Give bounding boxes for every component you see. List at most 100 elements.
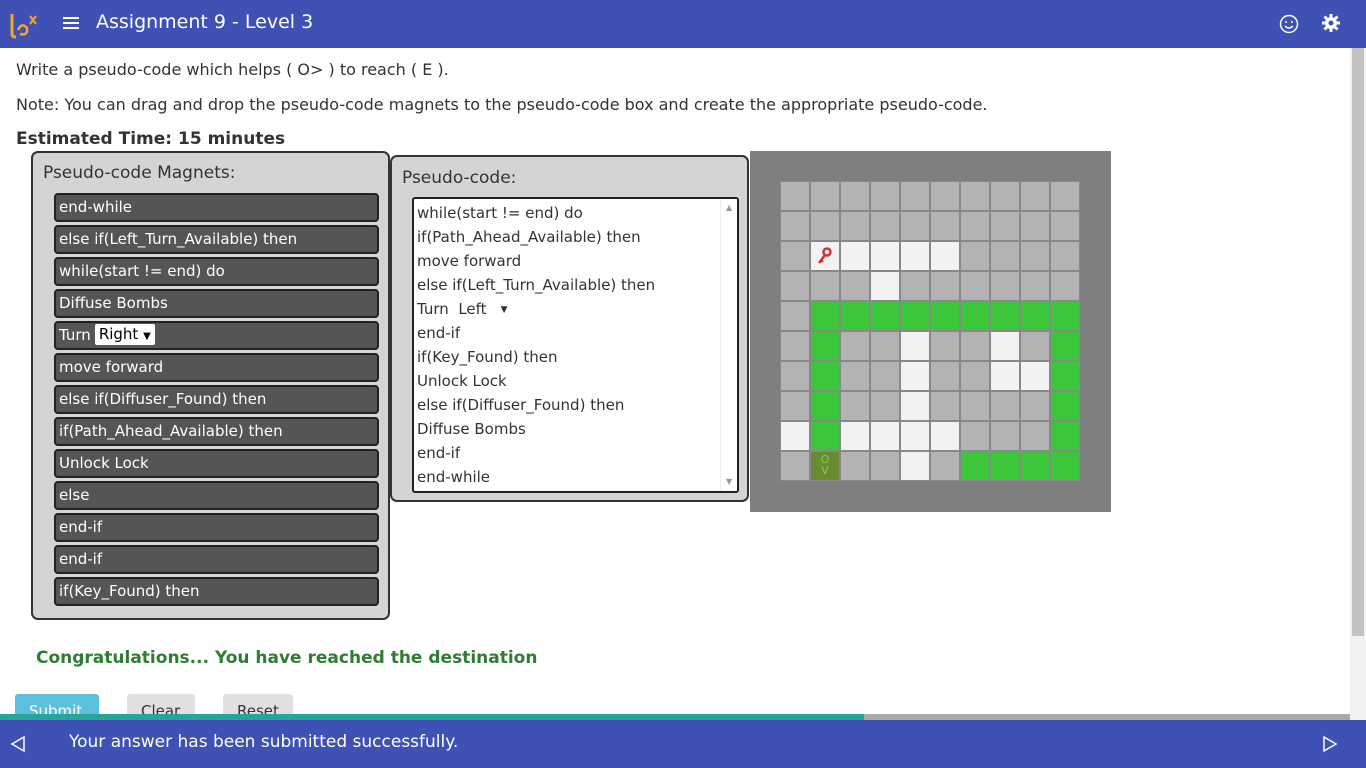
app-header: Assignment 9 - Level 3 — [0, 0, 1366, 48]
maze-cell — [780, 211, 810, 241]
scrollbar-thumb[interactable] — [1352, 48, 1364, 636]
maze-cell — [900, 241, 930, 271]
turn-select-value: Right — [98, 325, 139, 343]
feedback-smile-icon[interactable] — [1279, 14, 1299, 34]
code-scrollbar[interactable]: ▲ ▼ — [720, 199, 737, 491]
dropdown-arrow-icon: ▼ — [143, 331, 151, 342]
maze-cell — [900, 301, 930, 331]
scroll-down-icon[interactable]: ▼ — [726, 477, 732, 486]
maze-cell — [870, 181, 900, 211]
maze-cell — [810, 181, 840, 211]
code-line[interactable]: end-while — [417, 468, 490, 486]
maze-cell — [870, 451, 900, 481]
maze-cell — [840, 181, 870, 211]
maze-cell — [1020, 301, 1050, 331]
maze-cell — [930, 421, 960, 451]
maze-grid: OV — [750, 151, 1111, 512]
maze-cell — [870, 271, 900, 301]
maze-cell — [1050, 181, 1080, 211]
maze-cell — [930, 301, 960, 331]
magnet-if-path-ahead[interactable]: if(Path_Ahead_Available) then — [54, 417, 379, 446]
maze-cell — [930, 391, 960, 421]
maze-cell — [900, 211, 930, 241]
maze-cell — [840, 331, 870, 361]
magnet-end-if[interactable]: end-if — [54, 545, 379, 574]
settings-gear-icon[interactable] — [1321, 13, 1341, 33]
maze-cell — [870, 241, 900, 271]
maze-cell — [780, 271, 810, 301]
turn-direction-select[interactable]: Right ▼ — [94, 324, 155, 345]
maze-cell — [1020, 421, 1050, 451]
magnet-turn[interactable]: Turn Right ▼ — [54, 321, 379, 350]
page-title: Assignment 9 - Level 3 — [96, 11, 314, 33]
maze-cell — [810, 301, 840, 331]
next-icon[interactable] — [1322, 735, 1338, 753]
magnet-else-if-diffuser[interactable]: else if(Diffuser_Found) then — [54, 385, 379, 414]
maze-cell — [840, 271, 870, 301]
maze-cell — [960, 181, 990, 211]
maze-cell — [1020, 391, 1050, 421]
code-line[interactable]: while(start != end) do — [417, 204, 583, 222]
code-turn-label: Turn Left — [417, 300, 487, 318]
dropdown-arrow-icon[interactable]: ▼ — [501, 305, 508, 315]
maze-cell — [900, 361, 930, 391]
code-line-turn[interactable]: Turn Left ▼ — [417, 300, 507, 318]
maze-cell — [780, 451, 810, 481]
magnet-unlock-lock[interactable]: Unlock Lock — [54, 449, 379, 478]
footer-bar: Your answer has been submitted successfu… — [0, 720, 1366, 768]
code-line[interactable]: else if(Diffuser_Found) then — [417, 396, 624, 414]
maze-cell — [870, 361, 900, 391]
maze-cell — [1050, 271, 1080, 301]
code-line[interactable]: end-if — [417, 324, 460, 342]
maze-cell — [990, 391, 1020, 421]
code-line[interactable]: Unlock Lock — [417, 372, 507, 390]
maze-cell — [780, 331, 810, 361]
previous-icon[interactable] — [10, 735, 26, 753]
maze-cell — [1050, 211, 1080, 241]
magnet-end-if[interactable]: end-if — [54, 513, 379, 542]
maze-cell — [840, 361, 870, 391]
maze-cell — [780, 361, 810, 391]
maze-cell — [960, 331, 990, 361]
code-line[interactable]: end-if — [417, 444, 460, 462]
key-icon — [818, 247, 832, 264]
code-line[interactable]: if(Key_Found) then — [417, 348, 558, 366]
page-scrollbar[interactable] — [1350, 48, 1366, 720]
pseudocode-title: Pseudo-code: — [402, 168, 517, 188]
hamburger-menu-icon[interactable] — [63, 17, 79, 30]
maze-cell — [990, 331, 1020, 361]
player-marker: OV — [820, 453, 830, 477]
maze-cell — [810, 421, 840, 451]
maze-cell — [1050, 391, 1080, 421]
code-line[interactable]: if(Path_Ahead_Available) then — [417, 228, 641, 246]
maze-cell — [990, 271, 1020, 301]
maze-cell — [1020, 361, 1050, 391]
maze-cell — [1050, 451, 1080, 481]
maze-cell — [1020, 241, 1050, 271]
magnet-else[interactable]: else — [54, 481, 379, 510]
magnet-move-forward[interactable]: move forward — [54, 353, 379, 382]
magnet-turn-label: Turn — [59, 326, 91, 344]
magnet-end-while[interactable]: end-while — [54, 193, 379, 222]
app-logo[interactable] — [8, 10, 42, 40]
maze-cell — [960, 361, 990, 391]
scroll-up-icon[interactable]: ▲ — [726, 203, 732, 212]
maze-cell — [1050, 421, 1080, 451]
maze-cell — [840, 241, 870, 271]
magnet-if-key-found[interactable]: if(Key_Found) then — [54, 577, 379, 606]
magnet-while[interactable]: while(start != end) do — [54, 257, 379, 286]
code-line[interactable]: else if(Left_Turn_Available) then — [417, 276, 655, 294]
code-line[interactable]: move forward — [417, 252, 521, 270]
maze-cell — [1050, 331, 1080, 361]
maze-cell — [840, 421, 870, 451]
magnet-diffuse-bombs[interactable]: Diffuse Bombs — [54, 289, 379, 318]
maze-cell — [780, 301, 810, 331]
maze-cell — [1050, 361, 1080, 391]
code-line[interactable]: Diffuse Bombs — [417, 420, 526, 438]
maze-cell — [930, 181, 960, 211]
maze-cell — [870, 301, 900, 331]
maze-cell — [840, 451, 870, 481]
magnet-else-if-left-turn[interactable]: else if(Left_Turn_Available) then — [54, 225, 379, 254]
pseudocode-dropzone[interactable]: while(start != end) do if(Path_Ahead_Ava… — [412, 197, 739, 493]
maze-cell — [960, 391, 990, 421]
